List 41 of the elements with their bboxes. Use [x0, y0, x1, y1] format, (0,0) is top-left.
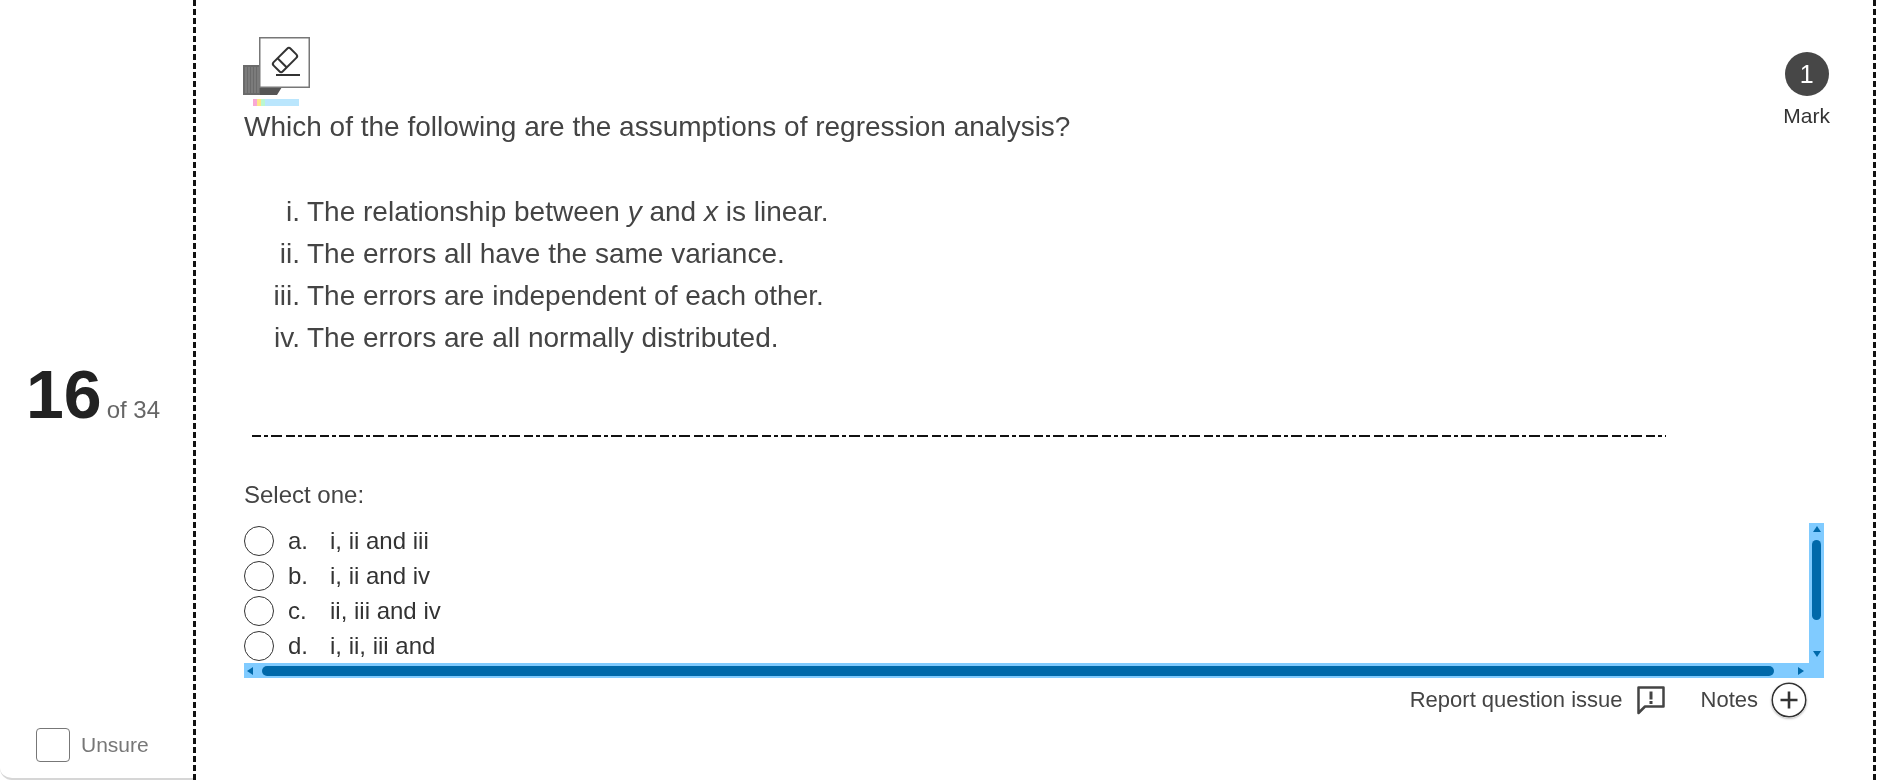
- statement-text: The errors are all normally distributed.: [307, 321, 780, 355]
- speech-bubble-icon: [1635, 685, 1666, 715]
- left-arrow-icon[interactable]: [247, 666, 253, 675]
- question-number: 16: [26, 360, 102, 428]
- option-text[interactable]: i, ii and iii: [330, 526, 429, 555]
- option-letter: a.: [288, 526, 309, 555]
- option-text[interactable]: i, ii, iii and: [330, 631, 436, 660]
- notes-button[interactable]: Notes: [1700, 682, 1807, 718]
- unsure-label[interactable]: Unsure: [81, 733, 149, 757]
- right-arrow-icon[interactable]: [1798, 666, 1804, 675]
- mark-value: 1: [1784, 52, 1829, 96]
- option-letter: c.: [288, 596, 308, 625]
- question-text: Which of the following are the assumptions of regression analysis?: [244, 110, 1071, 144]
- down-arrow-icon[interactable]: [1812, 651, 1821, 657]
- statement-numeral: ii.: [279, 237, 300, 271]
- plus-icon: [1771, 682, 1807, 718]
- question-total: of 34: [106, 396, 161, 424]
- option-text[interactable]: ii, iii and iv: [330, 596, 441, 625]
- option-letter: b.: [288, 561, 309, 590]
- scrollbar-thumb[interactable]: [1812, 540, 1821, 620]
- unsure-checkbox[interactable]: [36, 728, 70, 762]
- select-prompt: Select one:: [244, 480, 366, 509]
- mark-label: Mark: [1783, 104, 1830, 128]
- scrollbar-thumb[interactable]: [262, 665, 1774, 676]
- statement-numeral: iii.: [273, 279, 300, 313]
- radio-button[interactable]: [244, 595, 274, 626]
- statement-numeral: iv.: [274, 321, 300, 355]
- radio-button[interactable]: [244, 525, 274, 556]
- radio-button[interactable]: [244, 630, 274, 661]
- statement-text: The relationship between y and x is linear.: [307, 195, 829, 229]
- option-letter: d.: [288, 631, 309, 660]
- report-issue-button[interactable]: Report question issue: [1409, 685, 1666, 715]
- up-arrow-icon[interactable]: [1812, 526, 1821, 532]
- statement-text: The errors are independent of each other.: [307, 279, 825, 313]
- vertical-scrollbar[interactable]: [1809, 523, 1824, 678]
- statement-numeral: i.: [286, 195, 300, 229]
- radio-button[interactable]: [244, 560, 274, 591]
- eraser-icon[interactable]: [243, 36, 311, 106]
- statement-text: The errors all have the same variance.: [307, 237, 786, 271]
- horizontal-scrollbar[interactable]: [244, 663, 1809, 678]
- option-text[interactable]: i, ii and iv: [330, 561, 431, 590]
